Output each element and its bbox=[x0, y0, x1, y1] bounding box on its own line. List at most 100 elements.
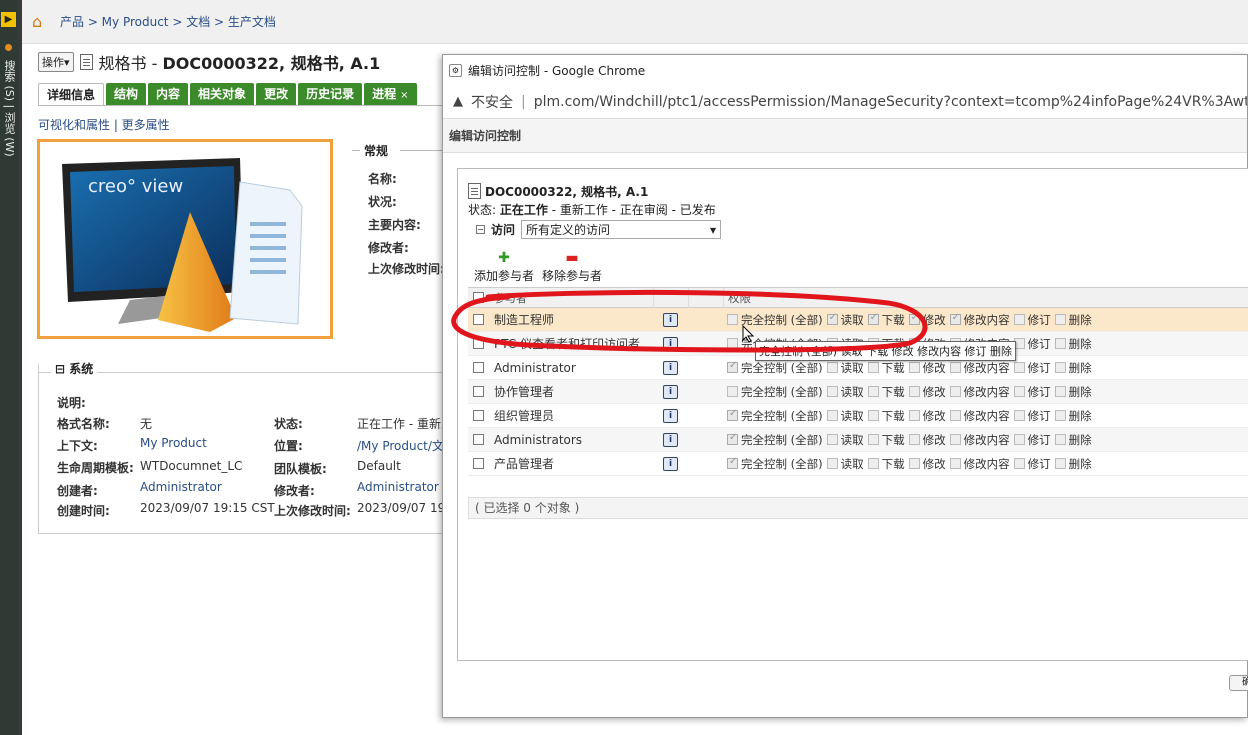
address-bar[interactable]: ▲ 不安全 | plm.com/Windchill/ptc1/accessPer… bbox=[443, 85, 1247, 119]
permission-option[interactable]: 删除 bbox=[1054, 360, 1092, 376]
permission-checkbox[interactable] bbox=[826, 458, 838, 469]
permission-option[interactable]: 修订 bbox=[1013, 384, 1051, 400]
close-icon[interactable]: × bbox=[400, 90, 408, 101]
permission-option[interactable]: 修改内容 bbox=[949, 456, 1010, 472]
permission-option[interactable]: 读取 bbox=[826, 360, 864, 376]
permission-checkbox[interactable] bbox=[867, 434, 879, 445]
permission-checkbox[interactable] bbox=[867, 458, 879, 469]
info-icon[interactable]: i bbox=[663, 456, 678, 471]
permission-checkbox[interactable] bbox=[826, 362, 838, 373]
permission-checkbox[interactable] bbox=[1054, 434, 1066, 445]
row-select-checkbox[interactable] bbox=[472, 434, 484, 445]
permission-option[interactable]: 读取 bbox=[826, 408, 864, 424]
permission-option[interactable]: 修改 bbox=[908, 384, 946, 400]
permission-option[interactable]: 删除 bbox=[1054, 456, 1092, 472]
permission-checkbox[interactable] bbox=[949, 434, 961, 445]
permission-option[interactable]: 修订 bbox=[1013, 336, 1051, 352]
permission-option[interactable]: 下载 bbox=[867, 456, 905, 472]
expand-icon[interactable]: ▶ bbox=[1, 12, 16, 27]
breadcrumb-path[interactable]: 产品 > My Product > 文档 > 生产文档 bbox=[60, 13, 276, 30]
permission-checkbox[interactable] bbox=[908, 362, 920, 373]
permission-checkbox[interactable] bbox=[949, 386, 961, 397]
info-icon[interactable]: i bbox=[663, 360, 678, 375]
permission-option[interactable]: 完全控制 (全部) bbox=[727, 360, 823, 376]
permission-option[interactable]: 完全控制 (全部) bbox=[727, 456, 823, 472]
permission-checkbox[interactable] bbox=[1013, 458, 1025, 469]
tab-history[interactable]: 历史记录 bbox=[298, 83, 363, 105]
permission-checkbox[interactable] bbox=[727, 360, 738, 373]
permission-option[interactable]: 修改内容 bbox=[949, 312, 1010, 328]
creator-link[interactable]: Administrator bbox=[140, 480, 222, 494]
permission-checkbox[interactable] bbox=[826, 386, 838, 397]
row-select-checkbox[interactable] bbox=[472, 458, 484, 469]
permission-option[interactable]: 修改内容 bbox=[949, 384, 1010, 400]
permission-option[interactable]: 修订 bbox=[1013, 360, 1051, 376]
home-icon[interactable]: ⌂ bbox=[32, 12, 50, 31]
table-row[interactable]: 组织管理员 i 完全控制 (全部) 读取 下载 修改 修改内容 修订 删除 bbox=[468, 404, 1248, 428]
permission-option[interactable]: 修改内容 bbox=[949, 408, 1010, 424]
row-select-checkbox[interactable] bbox=[472, 386, 484, 397]
permission-option[interactable]: 修改内容 bbox=[949, 360, 1010, 376]
permission-checkbox[interactable] bbox=[949, 362, 961, 373]
ok-button[interactable]: 确 bbox=[1229, 675, 1248, 691]
system-title[interactable]: ⊟ 系统 bbox=[51, 360, 98, 377]
permission-checkbox[interactable] bbox=[1054, 338, 1066, 349]
rail-search-browse[interactable]: 搜索 (S) | 浏览 (W) bbox=[0, 60, 18, 230]
permission-checkbox[interactable] bbox=[1013, 314, 1025, 325]
permission-option[interactable]: 下载 bbox=[867, 360, 905, 376]
tab-process[interactable]: 进程 × bbox=[364, 83, 417, 105]
permission-option[interactable]: 修改 bbox=[908, 432, 946, 448]
info-icon[interactable]: i bbox=[663, 432, 678, 447]
permission-checkbox[interactable] bbox=[867, 410, 879, 421]
permission-option[interactable]: 下载 bbox=[867, 384, 905, 400]
permission-option[interactable]: 删除 bbox=[1054, 408, 1092, 424]
permission-option[interactable]: 删除 bbox=[1054, 432, 1092, 448]
info-icon[interactable]: i bbox=[663, 384, 678, 399]
permission-checkbox[interactable] bbox=[1054, 386, 1066, 397]
permission-option[interactable]: 完全控制 (全部) bbox=[727, 408, 823, 424]
add-participant-button[interactable]: ✚ 添加参与者 bbox=[474, 249, 534, 284]
permission-option[interactable]: 修改 bbox=[908, 360, 946, 376]
insecure-label[interactable]: 不安全 bbox=[471, 92, 513, 112]
permission-checkbox[interactable] bbox=[949, 410, 961, 421]
permission-option[interactable]: 修订 bbox=[1013, 432, 1051, 448]
tab-content[interactable]: 内容 bbox=[148, 83, 189, 105]
permission-option[interactable]: 修改 bbox=[908, 408, 946, 424]
table-row[interactable]: 产品管理者 i 完全控制 (全部) 读取 下载 修改 修改内容 修订 删除 bbox=[468, 452, 1248, 476]
collapse-icon[interactable]: − bbox=[476, 225, 485, 234]
tab-related[interactable]: 相关对象 bbox=[190, 83, 255, 105]
permission-option[interactable]: 修订 bbox=[1013, 408, 1051, 424]
permission-option[interactable]: 完全控制 (全部) bbox=[727, 384, 823, 400]
permission-checkbox[interactable] bbox=[727, 432, 738, 445]
permission-option[interactable]: 删除 bbox=[1054, 384, 1092, 400]
permission-checkbox[interactable] bbox=[1054, 362, 1066, 373]
permission-checkbox[interactable] bbox=[867, 386, 879, 397]
permission-checkbox[interactable] bbox=[727, 408, 738, 421]
permission-option[interactable]: 删除 bbox=[1054, 336, 1092, 352]
permission-checkbox[interactable] bbox=[826, 434, 838, 445]
permission-option[interactable]: 修改内容 bbox=[949, 432, 1010, 448]
context-link[interactable]: My Product bbox=[140, 436, 207, 450]
permission-checkbox[interactable] bbox=[949, 312, 961, 325]
permission-checkbox[interactable] bbox=[1013, 362, 1025, 373]
row-select-checkbox[interactable] bbox=[472, 362, 484, 373]
permission-checkbox[interactable] bbox=[908, 386, 920, 397]
permission-checkbox[interactable] bbox=[1013, 434, 1025, 445]
permission-checkbox[interactable] bbox=[908, 410, 920, 421]
permission-checkbox[interactable] bbox=[1054, 410, 1066, 421]
actions-menu-button[interactable]: 操作▾ bbox=[38, 52, 74, 72]
permission-checkbox[interactable] bbox=[1013, 410, 1025, 421]
permission-checkbox[interactable] bbox=[727, 456, 738, 469]
permission-option[interactable]: 完全控制 (全部) bbox=[727, 432, 823, 448]
permission-checkbox[interactable] bbox=[1013, 386, 1025, 397]
permission-option[interactable]: 修改 bbox=[908, 456, 946, 472]
permission-checkbox[interactable] bbox=[908, 434, 920, 445]
remove-participant-button[interactable]: ▬ 移除参与者 bbox=[542, 249, 602, 284]
url-text[interactable]: plm.com/Windchill/ptc1/accessPermission/… bbox=[534, 94, 1247, 110]
permission-checkbox[interactable] bbox=[727, 386, 738, 397]
row-select-checkbox[interactable] bbox=[472, 410, 484, 421]
access-filter-select[interactable]: 所有定义的访问 ▾ bbox=[521, 220, 722, 239]
permission-checkbox[interactable] bbox=[1054, 314, 1066, 325]
permission-option[interactable]: 下载 bbox=[867, 432, 905, 448]
permission-checkbox[interactable] bbox=[867, 362, 879, 373]
